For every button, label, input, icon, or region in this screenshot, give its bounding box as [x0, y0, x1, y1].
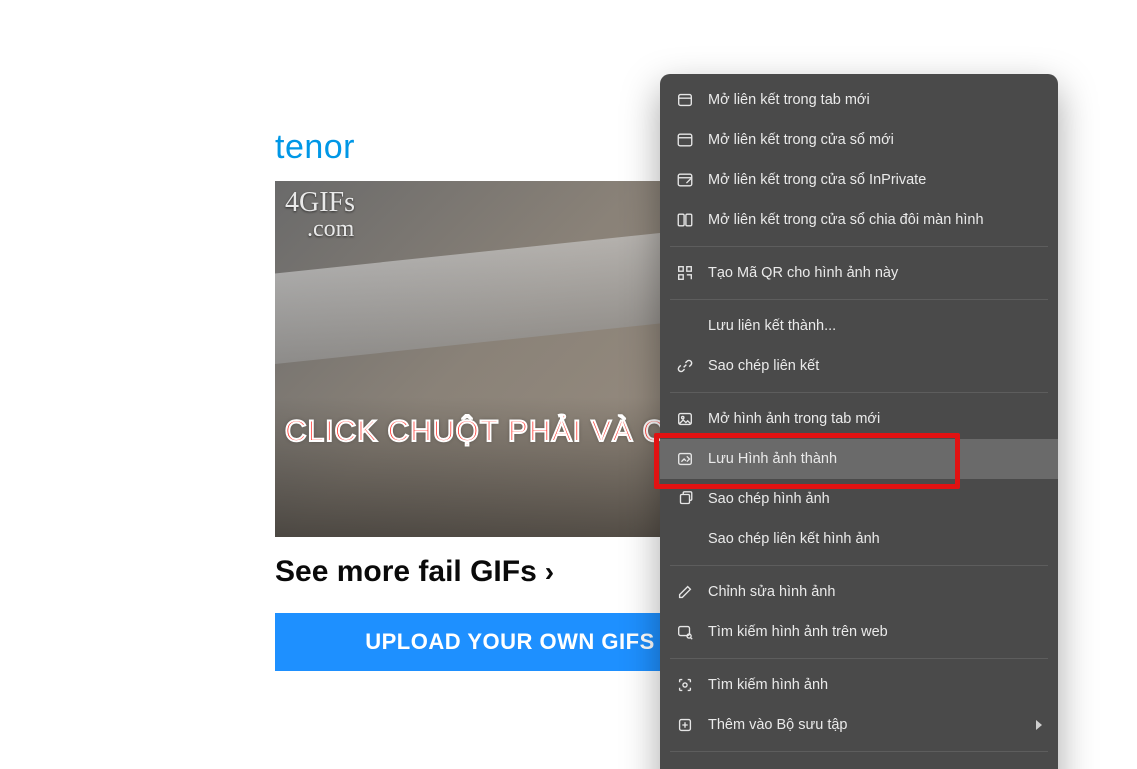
edit-icon	[676, 583, 694, 601]
separator	[670, 565, 1048, 566]
ctx-edit-image[interactable]: Chỉnh sửa hình ảnh	[660, 572, 1058, 612]
context-menu: Mở liên kết trong tab mới Mở liên kết tr…	[660, 74, 1058, 769]
new-window-icon	[676, 131, 694, 149]
see-more-label: See more fail GIFs	[275, 555, 537, 589]
ctx-open-new-tab[interactable]: Mở liên kết trong tab mới	[660, 80, 1058, 120]
ctx-copy-link[interactable]: Sao chép liên kết	[660, 346, 1058, 386]
separator	[670, 751, 1048, 752]
ctx-open-inprivate[interactable]: Mở liên kết trong cửa sổ InPrivate	[660, 160, 1058, 200]
ctx-open-new-window[interactable]: Mở liên kết trong cửa sổ mới	[660, 120, 1058, 160]
chevron-right-icon: ›	[545, 556, 554, 588]
separator	[670, 299, 1048, 300]
ctx-copy-image-link[interactable]: Sao chép liên kết hình ảnh	[660, 519, 1058, 559]
save-image-icon	[676, 450, 694, 468]
image-search-icon	[676, 623, 694, 641]
ctx-share[interactable]: Chia sẻ	[660, 758, 1058, 769]
copy-image-icon	[676, 490, 694, 508]
submenu-arrow-icon	[1036, 720, 1042, 730]
ctx-save-link-as[interactable]: Lưu liên kết thành...	[660, 306, 1058, 346]
ctx-save-image-as[interactable]: Lưu Hình ảnh thành	[660, 439, 1058, 479]
ctx-open-split[interactable]: Mở liên kết trong cửa sổ chia đôi màn hì…	[660, 200, 1058, 240]
link-icon	[676, 357, 694, 375]
qr-code-icon	[676, 264, 694, 282]
separator	[670, 246, 1048, 247]
gif-watermark: 4GIFs .com	[285, 189, 355, 241]
image-new-tab-icon	[676, 410, 694, 428]
split-screen-icon	[676, 211, 694, 229]
ctx-open-image-new-tab[interactable]: Mở hình ảnh trong tab mới	[660, 399, 1058, 439]
ctx-copy-image[interactable]: Sao chép hình ảnh	[660, 479, 1058, 519]
inprivate-icon	[676, 171, 694, 189]
separator	[670, 658, 1048, 659]
separator	[670, 392, 1048, 393]
visual-search-icon	[676, 676, 694, 694]
ctx-visual-search[interactable]: Tìm kiếm hình ảnh	[660, 665, 1058, 705]
new-tab-icon	[676, 91, 694, 109]
ctx-create-qr[interactable]: Tạo Mã QR cho hình ảnh này	[660, 253, 1058, 293]
collection-add-icon	[676, 716, 694, 734]
ctx-add-to-collection[interactable]: Thêm vào Bộ sưu tập	[660, 705, 1058, 745]
ctx-search-image-web[interactable]: Tìm kiếm hình ảnh trên web	[660, 612, 1058, 652]
